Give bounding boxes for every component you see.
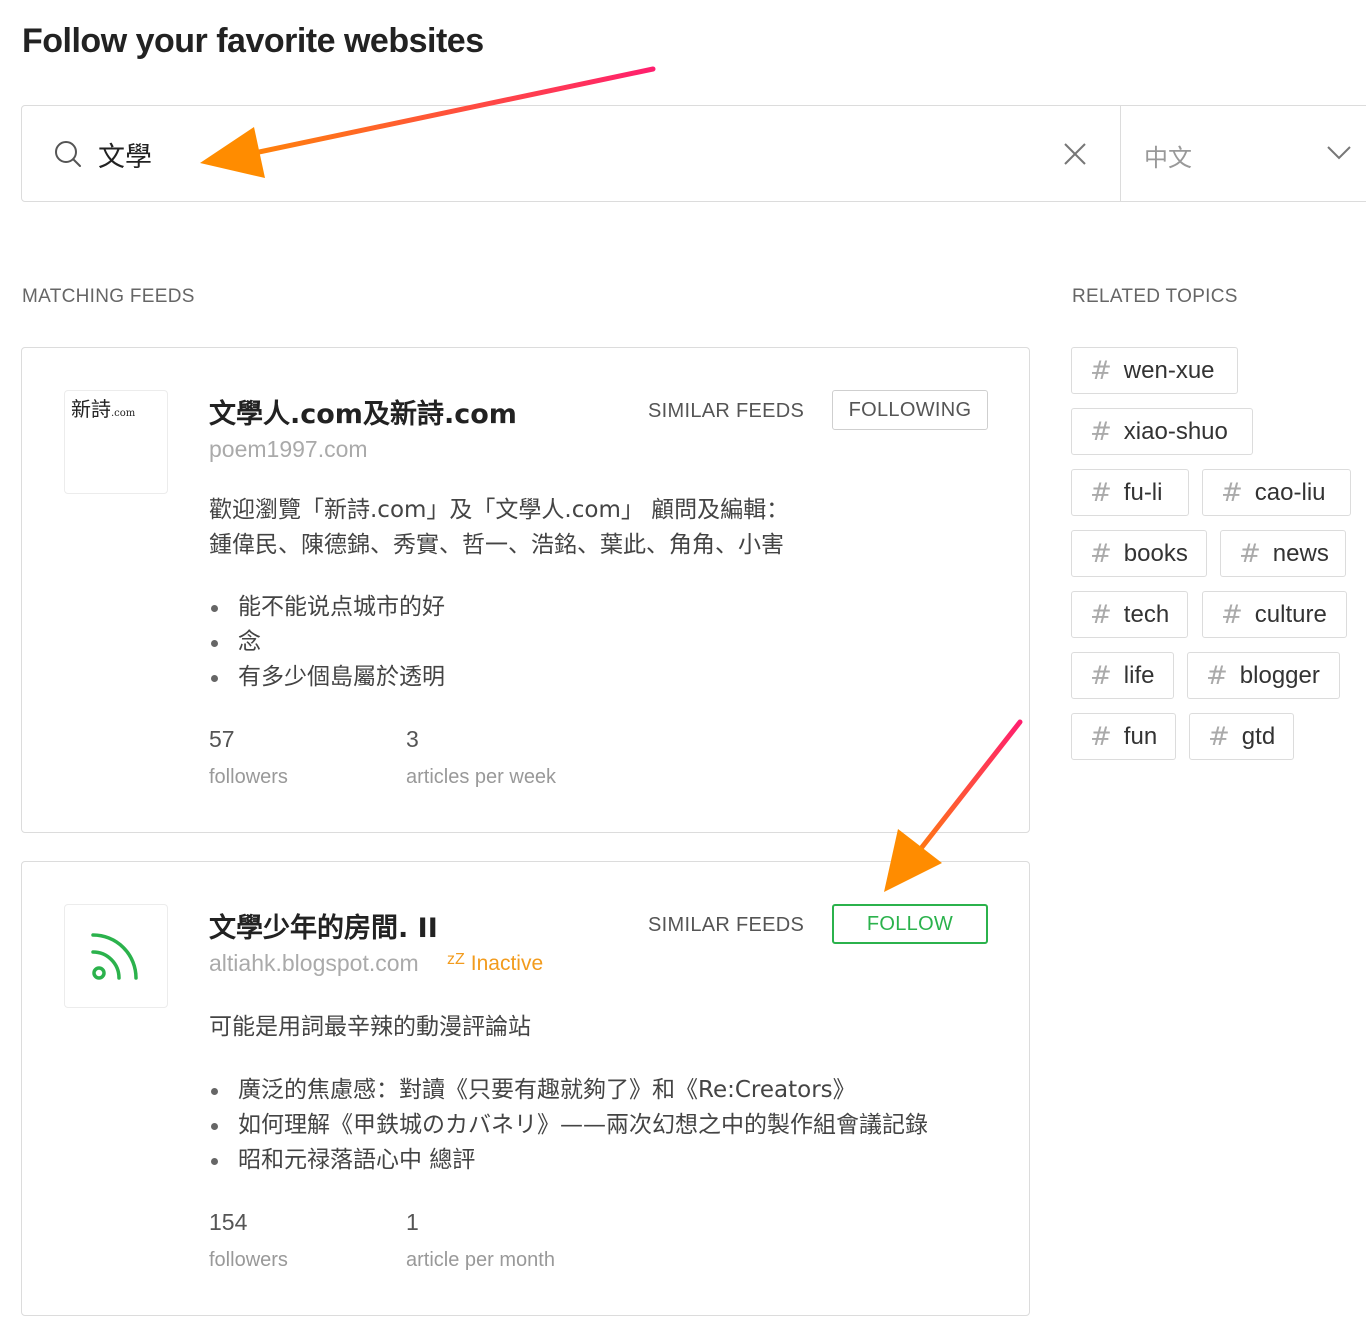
page-title: Follow your favorite websites <box>22 22 484 60</box>
hash-icon: # <box>1090 660 1112 691</box>
feed-title[interactable]: 文學少年的房間. II <box>209 906 438 945</box>
rss-icon <box>91 933 138 980</box>
feed-card[interactable]: 文學少年的房間. II SIMILAR FEEDS FOLLOW altiahk… <box>21 861 1030 1316</box>
topic-chip[interactable]: # fu-li <box>1071 469 1189 516</box>
feed-description-line: 歡迎瀏覽「新詩.com」及「文學人.com」 顧問及編輯： <box>209 497 790 523</box>
frequency-label: article per month <box>406 1249 555 1271</box>
topic-chip[interactable]: # tech <box>1071 591 1188 638</box>
hash-icon: # <box>1221 477 1243 508</box>
hash-icon: # <box>1090 599 1112 630</box>
article-item[interactable]: 有多少個島屬於透明 <box>209 660 445 695</box>
topic-label: news <box>1272 539 1329 567</box>
topic-label: tech <box>1123 600 1170 628</box>
feed-article-list: 能不能说点城市的好 念 有多少個島屬於透明 <box>209 590 445 695</box>
frequency-label: articles per week <box>406 766 557 788</box>
topic-label: life <box>1123 661 1155 689</box>
topic-label: books <box>1123 539 1188 567</box>
followers-label: followers <box>209 766 288 788</box>
topic-label: xiao-shuo <box>1123 417 1228 445</box>
topic-label: blogger <box>1239 661 1320 689</box>
hash-icon: # <box>1090 355 1112 386</box>
topic-label: gtd <box>1241 722 1276 750</box>
feed-logo-text: 新詩.com <box>71 397 136 421</box>
feed-url[interactable]: poem1997.com <box>209 436 368 463</box>
hash-icon: # <box>1090 721 1112 752</box>
related-topics-heading: RELATED TOPICS <box>1072 286 1238 307</box>
topic-label: culture <box>1254 600 1327 628</box>
topic-chip[interactable]: # fun <box>1071 713 1176 760</box>
hash-icon: # <box>1090 416 1112 447</box>
article-item[interactable]: 昭和元禄落語心中 總評 <box>209 1143 928 1178</box>
topic-chip[interactable]: # blogger <box>1187 652 1340 699</box>
hash-icon: # <box>1090 538 1112 569</box>
topic-chip[interactable]: # cao-liu <box>1202 469 1351 516</box>
topic-chip[interactable]: # wen-xue <box>1071 347 1238 394</box>
topic-label: fu-li <box>1123 478 1163 506</box>
article-item[interactable]: 念 <box>209 625 445 660</box>
topic-chip[interactable]: # books <box>1071 530 1207 577</box>
feed-logo <box>64 904 168 1008</box>
language-select[interactable]: 中文 <box>1121 106 1366 201</box>
followers-label: followers <box>209 1249 288 1271</box>
topic-chip[interactable]: # culture <box>1202 591 1347 638</box>
hash-icon: # <box>1206 660 1228 691</box>
article-item[interactable]: 如何理解《甲鉄城のカバネリ》——兩次幻想之中的製作組會議記錄 <box>209 1108 928 1143</box>
feed-description: 可能是用詞最辛辣的動漫評論站 <box>209 1010 989 1045</box>
topic-chip[interactable]: # gtd <box>1189 713 1294 760</box>
matching-feeds-heading: MATCHING FEEDS <box>22 286 195 307</box>
inactive-badge: zZ Inactive <box>447 951 544 976</box>
chevron-down-icon <box>1327 146 1351 160</box>
feed-url[interactable]: altiahk.blogspot.com <box>209 950 419 977</box>
feed-card[interactable]: 新詩.com 文學人.com及新詩.com SIMILAR FEEDS FOLL… <box>21 347 1030 833</box>
sleep-icon: zZ <box>447 951 465 968</box>
feed-description-line: 鍾偉民、陳德錦、秀實、哲一、浩銘、葉此、角角、小害 <box>209 532 784 558</box>
followers-count: 154 <box>209 1209 248 1235</box>
search-icon <box>55 141 81 167</box>
hash-icon: # <box>1208 721 1230 752</box>
frequency-count: 1 <box>406 1209 419 1235</box>
hash-icon: # <box>1090 477 1112 508</box>
following-button[interactable]: FOLLOWING <box>832 390 988 430</box>
followers-count: 57 <box>209 726 235 752</box>
hash-icon: # <box>1221 599 1243 630</box>
topic-label: fun <box>1123 722 1158 750</box>
feed-logo: 新詩.com <box>64 390 168 494</box>
frequency-count: 3 <box>406 726 419 752</box>
language-select-label: 中文 <box>1144 144 1192 172</box>
topic-chip[interactable]: # xiao-shuo <box>1071 408 1253 455</box>
search-input[interactable] <box>98 130 998 178</box>
search-bar: 中文 <box>21 105 1366 202</box>
topic-chip[interactable]: # life <box>1071 652 1174 699</box>
inactive-label: Inactive <box>470 952 544 975</box>
follow-button[interactable]: FOLLOW <box>832 904 988 944</box>
feed-article-list: 廣泛的焦慮感：對讀《只要有趣就夠了》和《Re:Creators》 如何理解《甲鉄… <box>209 1073 928 1178</box>
article-item[interactable]: 廣泛的焦慮感：對讀《只要有趣就夠了》和《Re:Creators》 <box>209 1073 928 1108</box>
article-item[interactable]: 能不能说点城市的好 <box>209 590 445 625</box>
clear-search-icon[interactable] <box>1062 141 1088 167</box>
similar-feeds-button[interactable]: SIMILAR FEEDS <box>648 400 804 423</box>
topic-chip[interactable]: # news <box>1220 530 1346 577</box>
topic-label: wen-xue <box>1123 356 1215 384</box>
hash-icon: # <box>1239 538 1261 569</box>
feed-description: 歡迎瀏覽「新詩.com」及「文學人.com」 顧問及編輯： 鍾偉民、陳德錦、秀實… <box>209 493 989 563</box>
topic-label: cao-liu <box>1254 478 1326 506</box>
feed-title[interactable]: 文學人.com及新詩.com <box>209 392 517 431</box>
feed-description-line: 可能是用詞最辛辣的動漫評論站 <box>209 1014 531 1040</box>
similar-feeds-button[interactable]: SIMILAR FEEDS <box>648 914 804 937</box>
